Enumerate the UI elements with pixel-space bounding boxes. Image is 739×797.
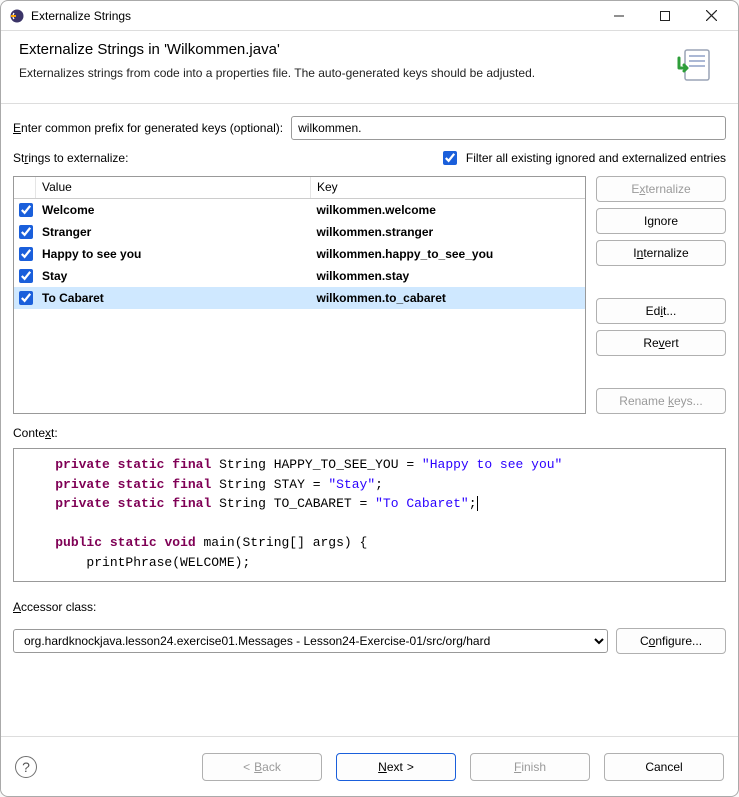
configure-button[interactable]: Configure... [616,628,726,654]
help-icon[interactable]: ? [15,756,37,778]
table-row[interactable]: To Cabaretwilkommen.to_cabaret [14,287,585,309]
cancel-button[interactable]: Cancel [604,753,724,781]
internalize-button[interactable]: Internalize [596,240,726,266]
row-key: wilkommen.stranger [311,225,586,239]
wizard-footer: ? <Back Next> Finish Cancel [1,736,738,796]
row-key: wilkommen.to_cabaret [311,291,586,305]
row-checkbox[interactable] [19,269,33,283]
rename-keys-button[interactable]: Rename keys... [596,388,726,414]
strings-label: Strings to externalize: [13,151,128,165]
app-icon [9,8,25,24]
titlebar: Externalize Strings [1,1,738,31]
row-checkbox[interactable] [19,291,33,305]
row-checkbox[interactable] [19,247,33,261]
row-value: Stranger [36,225,311,239]
next-button[interactable]: Next> [336,753,456,781]
table-row[interactable]: Welcomewilkommen.welcome [14,199,585,221]
table-row[interactable]: Happy to see youwilkommen.happy_to_see_y… [14,243,585,265]
wizard-banner-icon [670,41,720,91]
filter-checkbox-label[interactable]: Filter all existing ignored and external… [439,148,726,168]
context-label: Context: [13,426,726,440]
filter-label-text: Filter all existing ignored and external… [466,151,726,165]
table-row[interactable]: Staywilkommen.stay [14,265,585,287]
externalize-button[interactable]: Externalize [596,176,726,202]
column-key[interactable]: Key [311,177,585,198]
accessor-label: Accessor class: [13,600,726,614]
prefix-input[interactable] [291,116,726,140]
strings-table[interactable]: Value Key Welcomewilkommen.welcomeStrang… [13,176,586,414]
table-row[interactable]: Strangerwilkommen.stranger [14,221,585,243]
wizard-header: Externalize Strings in 'Wilkommen.java' … [1,31,738,104]
accessor-select[interactable]: org.hardknockjava.lesson24.exercise01.Me… [13,629,608,653]
row-key: wilkommen.happy_to_see_you [311,247,586,261]
maximize-button[interactable] [642,2,688,30]
finish-button[interactable]: Finish [470,753,590,781]
row-checkbox[interactable] [19,203,33,217]
row-checkbox[interactable] [19,225,33,239]
row-value: Welcome [36,203,311,217]
close-button[interactable] [688,2,734,30]
row-value: Stay [36,269,311,283]
revert-button[interactable]: Revert [596,330,726,356]
filter-checkbox[interactable] [443,151,457,165]
row-key: wilkommen.stay [311,269,586,283]
ignore-button[interactable]: Ignore [596,208,726,234]
row-value: To Cabaret [36,291,311,305]
prefix-label: Enter common prefix for generated keys (… [13,121,283,135]
wizard-title: Externalize Strings in 'Wilkommen.java' [19,41,662,58]
window-title: Externalize Strings [31,9,596,23]
edit-button[interactable]: Edit... [596,298,726,324]
back-button[interactable]: <Back [202,753,322,781]
row-key: wilkommen.welcome [311,203,586,217]
column-value[interactable]: Value [36,177,311,198]
minimize-button[interactable] [596,2,642,30]
row-value: Happy to see you [36,247,311,261]
wizard-subtitle: Externalizes strings from code into a pr… [19,66,662,80]
context-code[interactable]: private static final String HAPPY_TO_SEE… [13,448,726,582]
